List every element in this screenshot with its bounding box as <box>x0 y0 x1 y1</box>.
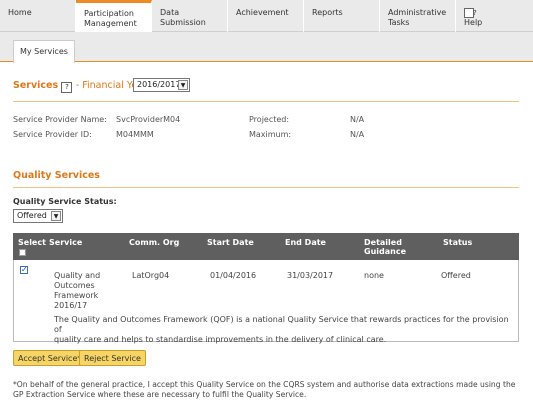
help-icon: ? <box>464 8 477 18</box>
footnote-line: GP Extraction Service where these are ne… <box>13 390 307 399</box>
guidance-value: none <box>364 271 384 280</box>
service-name-line: 2016/17 <box>54 301 88 310</box>
provider-id-value: M04MMM <box>116 130 154 139</box>
provider-id-label: Service Provider ID: <box>13 130 92 139</box>
table-row: ✓ Quality and Outcomes Framework 2016/17… <box>13 260 519 345</box>
nav-reports-label: Reports <box>312 8 343 17</box>
top-navigation: Home Participation Management Data Submi… <box>0 0 533 33</box>
end-date-value: 31/03/2017 <box>287 271 334 280</box>
nav-achievement[interactable]: Achievement <box>228 0 304 32</box>
projected-value: N/A <box>350 115 365 124</box>
footnote-line: *On behalf of the general practice, I ac… <box>13 380 516 389</box>
accept-service-button[interactable]: Accept Service* <box>13 350 87 366</box>
provider-name-value: SvcProviderM04 <box>116 115 181 124</box>
provider-name-label: Service Provider Name: <box>13 115 107 124</box>
comm-org-value: LatOrg04 <box>132 271 170 280</box>
status-value: Offered <box>441 271 471 280</box>
col-detailed-label-1: Detailed <box>364 238 402 247</box>
service-name-line: Framework <box>54 291 99 300</box>
col-comm-org: Comm. Org <box>129 238 180 247</box>
quality-status-select[interactable]: Offered ▼ <box>13 209 63 223</box>
quality-services-heading: Quality Services <box>13 170 100 181</box>
nav-help-label: Help <box>464 18 483 27</box>
nav-reports[interactable]: Reports <box>304 0 380 32</box>
quality-status-label: Quality Service Status: <box>13 197 117 206</box>
nav-admin-label-2: Tasks <box>388 18 410 27</box>
quality-status-value: Offered <box>17 211 47 220</box>
service-description-line: quality care and helps to standardise im… <box>54 335 387 344</box>
nav-home[interactable]: Home <box>0 0 76 32</box>
financial-year-value: 2016/2017 <box>137 80 181 89</box>
nav-participation-management[interactable]: Participation Management <box>76 0 152 33</box>
maximum-label: Maximum: <box>249 130 292 139</box>
chevron-down-icon: ▼ <box>178 80 188 90</box>
nav-achievement-label: Achievement <box>236 8 289 17</box>
nav-admin-label-1: Administrative <box>388 8 447 17</box>
help-icon[interactable]: ? <box>61 82 73 93</box>
col-service: Service <box>49 238 83 247</box>
col-detailed-label-2: Guidance <box>364 247 406 256</box>
sub-navigation: My Services <box>0 32 533 63</box>
col-end-date: End Date <box>285 238 326 247</box>
services-heading: Services ? - Financial Year <box>13 80 147 93</box>
col-detailed-guidance: Detailed Guidance <box>364 238 406 256</box>
row-select-checkbox[interactable]: ✓ <box>20 266 28 274</box>
nav-participation-label-2: Management <box>84 19 137 28</box>
select-all-checkbox[interactable] <box>19 249 26 256</box>
nav-home-label: Home <box>8 8 32 17</box>
nav-help-wrap: ? Help <box>456 8 533 28</box>
service-description: The Quality and Outcomes Framework (QOF)… <box>54 315 516 345</box>
service-name-line: Quality and <box>54 271 101 280</box>
col-status: Status <box>443 238 473 247</box>
tab-my-services[interactable]: My Services <box>13 40 75 63</box>
services-table-header: Select Service Comm. Org Start Date End … <box>13 233 519 260</box>
service-description-line: The Quality and Outcomes Framework (QOF)… <box>54 315 509 334</box>
service-name-line: Outcomes <box>54 281 95 290</box>
col-start-date: Start Date <box>207 238 254 247</box>
start-date-value: 01/04/2016 <box>210 271 257 280</box>
projected-label: Projected: <box>249 115 290 124</box>
services-title: Services <box>13 80 59 91</box>
nav-administrative-tasks[interactable]: Administrative Tasks <box>380 0 456 32</box>
nav-data-submission-label: Data Submission <box>160 8 206 27</box>
reject-service-button[interactable]: Reject Service <box>79 350 146 366</box>
nav-data-submission[interactable]: Data Submission <box>152 0 228 32</box>
footnote: *On behalf of the general practice, I ac… <box>13 380 523 400</box>
divider <box>13 187 519 188</box>
chevron-down-icon: ▼ <box>51 211 61 221</box>
service-name: Quality and Outcomes Framework 2016/17 <box>54 271 100 311</box>
nav-help[interactable]: ? Help <box>456 0 533 32</box>
divider <box>13 101 519 102</box>
col-select: Select <box>18 238 46 247</box>
maximum-value: N/A <box>350 130 365 139</box>
nav-participation-label-1: Participation <box>84 9 134 18</box>
financial-year-select[interactable]: 2016/2017 ▼ <box>133 78 190 92</box>
